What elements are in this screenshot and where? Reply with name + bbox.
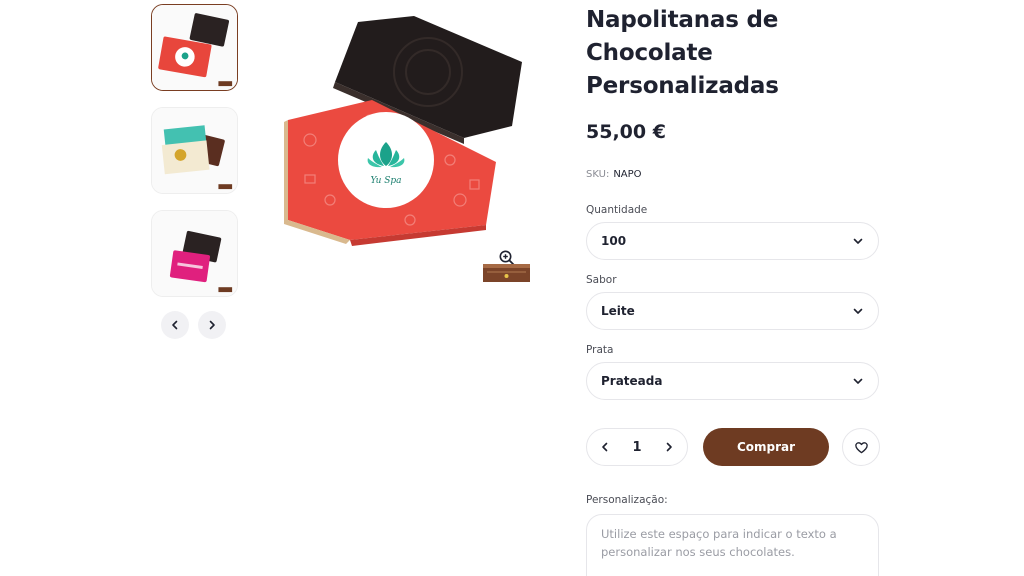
personalization-textarea[interactable]	[586, 514, 879, 576]
sku-line: SKU: NAPO	[586, 169, 642, 180]
brand-logo-image	[483, 264, 530, 282]
brand-logo	[483, 264, 530, 282]
thumbnail-image	[152, 211, 237, 296]
prata-select[interactable]: Prateada	[586, 362, 879, 400]
product-price: 55,00 €	[586, 121, 666, 143]
thumbnail-1[interactable]	[151, 4, 238, 91]
chevron-left-icon	[172, 320, 178, 330]
thumbnail-2[interactable]	[151, 107, 238, 194]
chevron-down-icon	[853, 378, 863, 384]
thumbnail-next-button[interactable]	[198, 311, 226, 339]
quantity-value[interactable]: 1	[632, 440, 641, 455]
buy-button[interactable]: Comprar	[703, 428, 829, 466]
sabor-value: Leite	[601, 304, 635, 318]
heart-icon	[854, 441, 868, 453]
chevron-down-icon	[853, 308, 863, 314]
chevron-down-icon	[853, 238, 863, 244]
quantity-decrease-button[interactable]	[599, 441, 611, 453]
thumbnail-image	[152, 108, 237, 193]
quantidade-select[interactable]: 100	[586, 222, 879, 260]
quantidade-value: 100	[601, 234, 627, 248]
sabor-select[interactable]: Leite	[586, 292, 879, 330]
chevron-left-icon	[602, 442, 608, 452]
wishlist-button[interactable]	[842, 428, 880, 466]
logo-text: Yu Spa	[370, 176, 401, 186]
quantity-increase-button[interactable]	[663, 441, 675, 453]
quantidade-label: Quantidade	[586, 204, 648, 216]
prata-value: Prateada	[601, 374, 663, 388]
thumbnail-image	[152, 5, 237, 90]
product-title: Napolitanas de Chocolate Personalizadas	[586, 7, 779, 99]
product-page: Yu Spa Napolitanas de Chocolate Personal…	[0, 0, 1024, 576]
personalization-label: Personalização:	[586, 494, 668, 506]
chevron-right-icon	[209, 320, 215, 330]
chevron-right-icon	[666, 442, 672, 452]
quantity-stepper: 1	[586, 428, 688, 466]
thumbnail-prev-button[interactable]	[161, 311, 189, 339]
thumbnail-3[interactable]	[151, 210, 238, 297]
sabor-label: Sabor	[586, 274, 617, 286]
sku-value: NAPO	[613, 169, 642, 180]
sku-label: SKU:	[586, 169, 610, 180]
prata-label: Prata	[586, 344, 614, 356]
